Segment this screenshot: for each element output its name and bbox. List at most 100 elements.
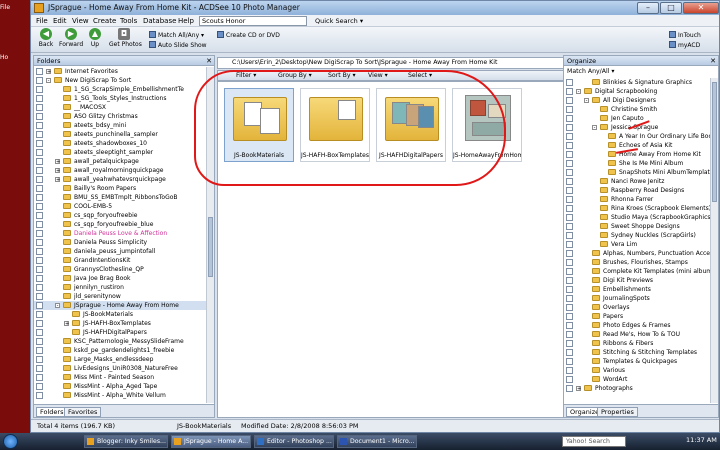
title-bar[interactable]: JSprague - Home Away From Home Kit - ACD…: [31, 1, 719, 15]
tree-row[interactable]: GrandIntentionsKit: [34, 256, 206, 265]
row-checkbox[interactable]: [566, 115, 573, 122]
row-checkbox[interactable]: [36, 257, 43, 264]
tree-row[interactable]: ateets_sleeptight_sampler: [34, 148, 206, 157]
row-checkbox[interactable]: [36, 239, 43, 246]
myacd-button[interactable]: myACD: [669, 41, 700, 49]
tree-row[interactable]: - New DigiScrap To Sort: [34, 76, 206, 85]
row-checkbox[interactable]: [36, 302, 43, 309]
start-button[interactable]: [3, 434, 18, 449]
tree-row[interactable]: Brushes, Flourishes, Stamps: [564, 258, 710, 267]
folders-scroll-thumb[interactable]: [208, 217, 213, 277]
row-checkbox[interactable]: [566, 376, 573, 383]
row-checkbox[interactable]: [566, 151, 573, 158]
row-checkbox[interactable]: [566, 97, 573, 104]
row-checkbox[interactable]: [36, 158, 43, 165]
row-checkbox[interactable]: [36, 167, 43, 174]
match-all-any-button[interactable]: Match All/Any ▾: [149, 31, 204, 39]
task-word[interactable]: Document1 - Micro...: [337, 435, 417, 448]
menu-tools[interactable]: Tools: [120, 17, 137, 25]
row-checkbox[interactable]: [36, 131, 43, 138]
row-checkbox[interactable]: [566, 133, 573, 140]
row-checkbox[interactable]: [36, 221, 43, 228]
row-checkbox[interactable]: [566, 313, 573, 320]
expand-icon[interactable]: +: [55, 159, 60, 165]
tree-row[interactable]: + JS-HAFH-BoxTemplates: [34, 319, 206, 328]
row-checkbox[interactable]: [36, 149, 43, 156]
tree-row[interactable]: Templates & Quickpages: [564, 357, 710, 366]
row-checkbox[interactable]: [566, 79, 573, 86]
maximize-button[interactable]: □: [660, 2, 682, 14]
menu-database[interactable]: Database: [143, 17, 176, 25]
collapse-icon[interactable]: -: [55, 303, 60, 309]
tree-row[interactable]: SnapShots Mini AlbumTemplate: [564, 168, 710, 177]
tree-row[interactable]: A Year In Our Ordinary Life Book: [564, 132, 710, 141]
row-checkbox[interactable]: [566, 304, 573, 311]
row-checkbox[interactable]: [566, 196, 573, 203]
tree-row[interactable]: Large_Masks_endlessdeep: [34, 355, 206, 364]
tree-row[interactable]: MissMint - Alpha_White Vellum: [34, 391, 206, 400]
tree-row[interactable]: Daniela Peuss Simplicity: [34, 238, 206, 247]
menu-file[interactable]: File: [36, 17, 48, 25]
tree-row[interactable]: Embellishments: [564, 285, 710, 294]
tree-row[interactable]: Complete Kit Templates (mini albums, e: [564, 267, 710, 276]
tree-row[interactable]: Vera Lim: [564, 240, 710, 249]
row-checkbox[interactable]: [566, 385, 573, 392]
tree-row[interactable]: + Internet Favorites: [34, 67, 206, 76]
tree-row[interactable]: __MACOSX: [34, 103, 206, 112]
row-checkbox[interactable]: [36, 248, 43, 255]
tree-row[interactable]: jld_serenitynow: [34, 292, 206, 301]
tree-row[interactable]: MissMint - Alpha_Aged Tape: [34, 382, 206, 391]
tree-row[interactable]: Overlays: [564, 303, 710, 312]
row-checkbox[interactable]: [36, 230, 43, 237]
tree-row[interactable]: + awall_yeahwhatevsrquickpage: [34, 175, 206, 184]
row-checkbox[interactable]: [566, 349, 573, 356]
row-checkbox[interactable]: [36, 338, 43, 345]
tree-row[interactable]: Rhonna Farrer: [564, 195, 710, 204]
tree-row[interactable]: + awall_petalquickpage: [34, 157, 206, 166]
row-checkbox[interactable]: [566, 286, 573, 293]
up-button[interactable]: ▲ Up: [83, 28, 107, 48]
tree-row[interactable]: KSC_Patternologie_MessySlideFrame: [34, 337, 206, 346]
tree-row[interactable]: Rina Kroes (Scrapbook Elements): [564, 204, 710, 213]
tree-row[interactable]: ateets_shadowboxes_10: [34, 139, 206, 148]
tree-row[interactable]: WordArt: [564, 375, 710, 384]
tree-row[interactable]: 1_SG_ScrapSimple_EmbellishmentTe: [34, 85, 206, 94]
tree-row[interactable]: Sweet Shoppe Designs: [564, 222, 710, 231]
expand-icon[interactable]: +: [55, 168, 60, 174]
tree-row[interactable]: ateets_punchinella_sampler: [34, 130, 206, 139]
organize-scrollbar[interactable]: [710, 78, 718, 403]
row-checkbox[interactable]: [566, 223, 573, 230]
tree-row[interactable]: LivEdesigns_UniR0308_NatureFree: [34, 364, 206, 373]
row-checkbox[interactable]: [36, 392, 43, 399]
tree-row[interactable]: Digi Kit Previews: [564, 276, 710, 285]
row-checkbox[interactable]: [566, 367, 573, 374]
row-checkbox[interactable]: [36, 374, 43, 381]
row-checkbox[interactable]: [36, 266, 43, 273]
tree-row[interactable]: jennilyn_rustiron: [34, 283, 206, 292]
row-checkbox[interactable]: [566, 169, 573, 176]
tree-row[interactable]: Miss Mint - Painted Season: [34, 373, 206, 382]
row-checkbox[interactable]: [36, 320, 43, 327]
tree-row[interactable]: - All Digi Designers: [564, 96, 710, 105]
tree-row[interactable]: Alphas, Numbers, Punctuation Accents: [564, 249, 710, 258]
expand-icon[interactable]: +: [576, 386, 581, 392]
menu-edit[interactable]: Edit: [53, 17, 67, 25]
tree-row[interactable]: + awall_royalmorningquickpage: [34, 166, 206, 175]
row-checkbox[interactable]: [36, 329, 43, 336]
tree-row[interactable]: GrannysClothesline_QP: [34, 265, 206, 274]
close-icon[interactable]: ✕: [710, 57, 716, 65]
tree-row[interactable]: cs_sqp_foryoufreebie: [34, 211, 206, 220]
tree-row[interactable]: Sydney Nuckles (ScrapGirls): [564, 231, 710, 240]
tree-row[interactable]: Java Joe Brag Book: [34, 274, 206, 283]
row-checkbox[interactable]: [36, 275, 43, 282]
menu-create[interactable]: Create: [93, 17, 116, 25]
row-checkbox[interactable]: [566, 178, 573, 185]
tree-row[interactable]: daniela_peuss_jumpintofall: [34, 247, 206, 256]
expand-icon[interactable]: +: [55, 177, 60, 183]
row-checkbox[interactable]: [36, 185, 43, 192]
close-button[interactable]: ✕: [683, 2, 719, 14]
row-checkbox[interactable]: [566, 277, 573, 284]
row-checkbox[interactable]: [36, 194, 43, 201]
row-checkbox[interactable]: [36, 140, 43, 147]
row-checkbox[interactable]: [566, 259, 573, 266]
